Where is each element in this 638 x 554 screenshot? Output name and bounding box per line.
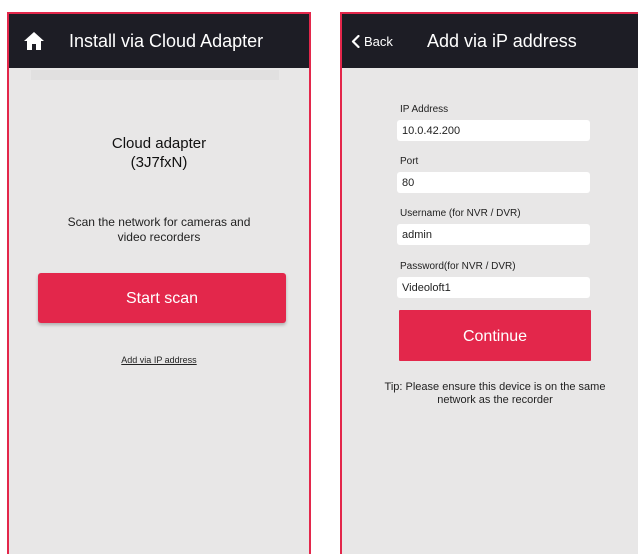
adapter-info: Cloud adapter (3J7fxN) (9, 134, 309, 172)
header-shadow (31, 70, 279, 80)
ip-address-input[interactable] (397, 120, 590, 141)
username-input[interactable] (397, 224, 590, 245)
port-input[interactable] (397, 172, 590, 193)
username-label: Username (for NVR / DVR) (400, 208, 521, 219)
add-via-ip-link[interactable]: Add via IP address (9, 355, 309, 365)
install-header: Install via Cloud Adapter (9, 14, 309, 68)
password-input[interactable] (397, 277, 590, 298)
add-ip-screen: Back Add via iP address IP Address Port … (340, 12, 638, 554)
install-screen: Install via Cloud Adapter Cloud adapter … (7, 12, 311, 554)
continue-button[interactable]: Continue (399, 310, 591, 361)
ip-address-label: IP Address (400, 104, 449, 115)
start-scan-button[interactable]: Start scan (38, 273, 286, 323)
scan-description-line-2: video recorders (117, 230, 201, 244)
scan-description: Scan the network for cameras and video r… (9, 215, 309, 245)
scan-description-line-1: Scan the network for cameras and (67, 215, 251, 229)
page-title: Install via Cloud Adapter (69, 31, 264, 51)
back-button[interactable]: Back (351, 14, 393, 68)
adapter-name: Cloud adapter (111, 135, 207, 152)
password-label: Password(for NVR / DVR) (400, 261, 516, 272)
tip-line-1: Tip: Please ensure this device is on the… (384, 381, 606, 393)
back-label: Back (364, 33, 393, 49)
adapter-id: (3J7fxN) (130, 154, 188, 171)
port-label: Port (400, 156, 419, 167)
add-ip-header: Back Add via iP address (342, 14, 638, 68)
tip-line-2: network as the recorder (437, 394, 553, 406)
page-title: Add via iP address (427, 31, 577, 51)
home-icon[interactable] (23, 31, 45, 51)
chevron-left-icon (351, 34, 360, 48)
tip-text: Tip: Please ensure this device is on the… (350, 381, 638, 407)
